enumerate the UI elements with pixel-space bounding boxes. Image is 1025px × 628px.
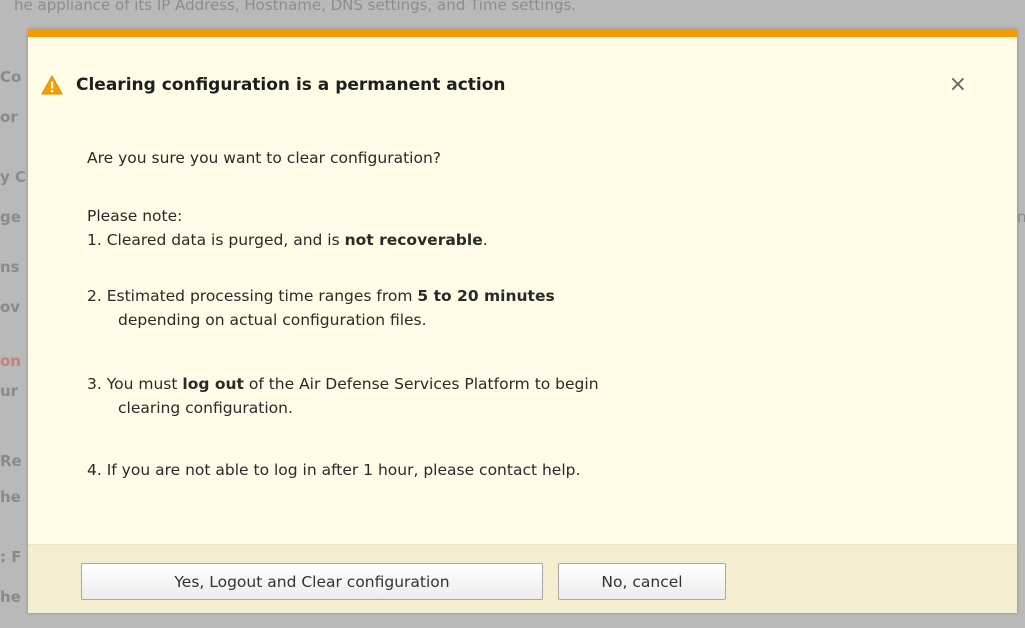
note-item-1-text: 1. Cleared data is purged, and is	[87, 231, 345, 249]
background-fragment: y C	[0, 168, 27, 186]
note-item-3-suffix: of the Air Defense Services Platform to …	[243, 375, 599, 393]
confirm-clear-button[interactable]: Yes, Logout and Clear configuration	[81, 563, 543, 600]
note-item-3: 3. You must log out of the Air Defense S…	[87, 372, 599, 396]
note-heading: Please note:	[87, 207, 183, 225]
note-item-1-emphasis: not recoverable	[344, 231, 483, 249]
background-fragment: : F	[0, 548, 22, 566]
background-fragment: ov	[0, 298, 21, 316]
note-item-2-emphasis: 5 to 20 minutes	[417, 287, 555, 305]
note-item-2-text: 2. Estimated processing time ranges from	[87, 287, 418, 305]
dialog-footer: Yes, Logout and Clear configuration No, …	[28, 544, 1017, 613]
dialog-question: Are you sure you want to clear configura…	[87, 149, 442, 167]
warning-icon	[41, 74, 63, 95]
cancel-button[interactable]: No, cancel	[558, 563, 726, 600]
note-item-1: 1. Cleared data is purged, and is not re…	[87, 228, 488, 252]
note-item-2: 2. Estimated processing time ranges from…	[87, 284, 555, 308]
background-fragment: n	[1017, 208, 1025, 226]
confirm-dialog: Clearing configuration is a permanent ac…	[28, 29, 1017, 613]
background-fragment: Re	[0, 452, 22, 470]
background-fragment: ur	[0, 382, 19, 400]
note-item-1-suffix: .	[482, 231, 488, 249]
note-item-3-continuation: clearing configuration.	[118, 399, 293, 417]
background-text: he appliance of its IP Address, Hostname…	[14, 0, 577, 14]
note-item-3-text: 3. You must	[87, 375, 183, 393]
background-fragment: Co	[0, 68, 22, 86]
background-fragment: ns	[0, 258, 20, 276]
dialog-header: Clearing configuration is a permanent ac…	[41, 74, 506, 95]
note-item-3-emphasis: log out	[182, 375, 244, 393]
note-item-2-continuation: depending on actual configuration files.	[118, 311, 427, 329]
background-fragment: ge	[0, 208, 21, 226]
background-fragment: on	[0, 352, 21, 370]
background-fragment: or	[0, 108, 18, 126]
background-fragment: he	[0, 488, 21, 506]
note-item-4: 4. If you are not able to log in after 1…	[87, 461, 581, 479]
dialog-title: Clearing configuration is a permanent ac…	[76, 75, 506, 95]
close-icon[interactable]: ×	[949, 74, 967, 96]
background-fragment: he	[0, 588, 21, 606]
